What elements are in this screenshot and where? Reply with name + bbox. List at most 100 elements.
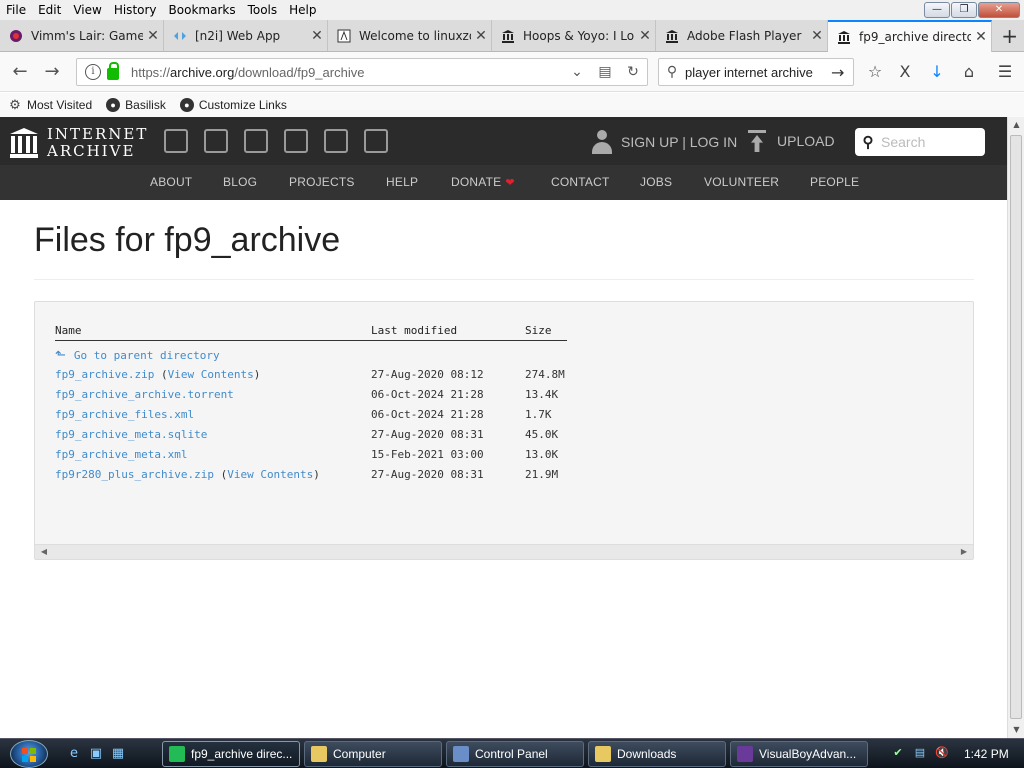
restore-button[interactable]: ❐ — [951, 2, 977, 18]
forward-arrow-icon[interactable]: → — [40, 60, 64, 84]
tab-n2i[interactable]: [n2i] Web App ✕ — [164, 20, 328, 51]
menu-edit[interactable]: Edit — [32, 3, 67, 17]
column-header-size: Size — [525, 322, 567, 341]
info-icon[interactable]: i — [85, 64, 101, 80]
nav-jobs[interactable]: JOBS — [640, 175, 672, 189]
home-icon[interactable]: ⌂ — [958, 62, 980, 84]
reader-view-icon[interactable]: ▤ — [591, 64, 619, 80]
taskbar-button-computer[interactable]: Computer — [304, 741, 442, 767]
bookmark-customize-links[interactable]: ● Customize Links — [179, 98, 287, 112]
windows-logo-icon — [22, 748, 36, 762]
internet-explorer-icon[interactable]: e — [66, 746, 82, 762]
minimize-button[interactable]: — — [924, 2, 950, 18]
volume-muted-icon[interactable]: 🔇 — [934, 746, 950, 762]
menu-tools[interactable]: Tools — [242, 3, 284, 17]
horizontal-scrollbar[interactable]: ◀ ▶ — [35, 544, 973, 559]
menu-view[interactable]: View — [67, 3, 107, 17]
menu-history[interactable]: History — [108, 3, 163, 17]
menu-bar: File Edit View History Bookmarks Tools H… — [0, 0, 1024, 20]
site-search-input[interactable]: ⚲ Search — [855, 128, 985, 156]
web-icon[interactable] — [164, 129, 188, 153]
download-arrow-icon[interactable]: ↓ — [926, 62, 948, 84]
file-link[interactable]: fp9r280_plus_archive.zip — [55, 468, 214, 481]
menu-file[interactable]: File — [0, 3, 32, 17]
hamburger-menu-icon[interactable]: ☰ — [994, 62, 1016, 84]
switch-windows-icon[interactable]: ▦ — [110, 746, 126, 762]
audio-speaker-icon[interactable] — [284, 129, 308, 153]
library-icon[interactable]: Ⅹ — [894, 62, 916, 84]
file-link[interactable]: fp9_archive_files.xml — [55, 408, 194, 421]
vertical-scrollbar[interactable]: ▲ ▼ — [1007, 117, 1024, 738]
new-tab-icon[interactable]: + — [1001, 24, 1018, 48]
close-tab-icon[interactable]: ✕ — [143, 28, 163, 44]
bookmark-basilisk[interactable]: ● Basilisk — [106, 98, 166, 112]
close-tab-icon[interactable]: ✕ — [635, 28, 655, 44]
gear-icon: ⚙ — [9, 97, 21, 112]
tab-adobe-flash[interactable]: Adobe Flash Player ✕ — [656, 20, 828, 51]
file-size-cell: 1.7K — [525, 407, 552, 421]
file-link[interactable]: fp9_archive_meta.xml — [55, 448, 187, 461]
software-floppy-icon[interactable] — [324, 129, 348, 153]
scroll-down-arrow-icon[interactable]: ▼ — [1008, 722, 1024, 738]
file-link[interactable]: fp9_archive.zip — [55, 368, 154, 381]
upload-link[interactable]: UPLOAD — [748, 130, 835, 152]
nav-contact[interactable]: CONTACT — [551, 175, 610, 189]
address-bar[interactable]: i https://archive.org/download/fp9_archi… — [76, 58, 648, 86]
reload-icon[interactable]: ↻ — [619, 64, 647, 80]
bookmark-most-visited[interactable]: ⚙ Most Visited — [8, 97, 92, 112]
taskbar-button-browser[interactable]: fp9_archive direc... — [162, 741, 300, 767]
close-tab-icon[interactable]: ✕ — [471, 28, 491, 44]
signup-login-link[interactable]: SIGN UP | LOG IN — [592, 130, 737, 154]
video-film-icon[interactable] — [244, 129, 268, 153]
menu-bookmarks[interactable]: Bookmarks — [163, 3, 242, 17]
nav-projects[interactable]: PROJECTS — [289, 175, 355, 189]
close-tab-icon[interactable]: ✕ — [307, 28, 327, 44]
images-icon[interactable] — [364, 129, 388, 153]
chevron-down-icon[interactable]: ⌄ — [563, 64, 591, 80]
file-link[interactable]: fp9_archive_meta.sqlite — [55, 428, 207, 441]
close-tab-icon[interactable]: ✕ — [971, 29, 991, 45]
search-go-arrow-icon[interactable]: → — [831, 63, 853, 82]
tab-hoops-yoyo[interactable]: Hoops & Yoyo: I Lo ✕ — [492, 20, 656, 51]
tab-fp9-archive[interactable]: fp9_archive directo ✕ — [828, 20, 992, 52]
scroll-right-arrow-icon[interactable]: ▶ — [957, 545, 971, 559]
nav-about[interactable]: ABOUT — [150, 175, 192, 189]
close-tab-icon[interactable]: ✕ — [807, 28, 827, 44]
scroll-left-arrow-icon[interactable]: ◀ — [37, 545, 51, 559]
search-bar[interactable]: ⚲ player internet archive → — [658, 58, 854, 86]
tab-vimms-lair[interactable]: Vimm's Lair: Game ✕ — [0, 20, 164, 51]
ia-nav-bar: ABOUT BLOG PROJECTS HELP DONATE ❤ CONTACT… — [0, 165, 1007, 200]
clock[interactable]: 1:42 PM — [964, 747, 1009, 761]
url-text[interactable]: https://archive.org/download/fp9_archive — [131, 65, 563, 80]
ia-logo[interactable]: INTERNET ARCHIVE — [10, 126, 148, 160]
scroll-up-arrow-icon[interactable]: ▲ — [1008, 117, 1024, 133]
parent-directory-link[interactable]: ⬑ Go to parent directory — [55, 348, 220, 363]
file-modified-cell: 06-Oct-2024 21:28 — [371, 407, 484, 421]
nav-donate[interactable]: DONATE ❤ — [451, 175, 515, 189]
view-contents-link[interactable]: View Contents — [168, 368, 254, 381]
file-link[interactable]: fp9_archive_archive.torrent — [55, 388, 234, 401]
tab-linuxzoo[interactable]: Welcome to linuxzo ✕ — [328, 20, 492, 51]
tab-title: fp9_archive directo — [859, 30, 971, 44]
close-window-button[interactable]: ✕ — [978, 2, 1020, 18]
taskbar-button-downloads[interactable]: Downloads — [588, 741, 726, 767]
nav-people[interactable]: PEOPLE — [810, 175, 859, 189]
taskbar-button-visualboyadvance[interactable]: VisualBoyAdvan... — [730, 741, 868, 767]
taskbar-button-control-panel[interactable]: Control Panel — [446, 741, 584, 767]
view-contents-link[interactable]: View Contents — [227, 468, 313, 481]
nav-volunteer[interactable]: VOLUNTEER — [704, 175, 779, 189]
nav-blog[interactable]: BLOG — [223, 175, 257, 189]
folder-icon — [595, 746, 611, 762]
nav-help[interactable]: HELP — [386, 175, 418, 189]
texts-book-icon[interactable] — [204, 129, 228, 153]
nav-donate-label: DONATE — [451, 175, 502, 189]
back-arrow-icon[interactable]: ← — [8, 60, 32, 84]
checkmark-icon[interactable]: ✔ — [890, 746, 906, 762]
search-input[interactable]: player internet archive — [685, 65, 831, 80]
network-icon[interactable]: ▤ — [912, 746, 928, 762]
show-desktop-icon[interactable]: ▣ — [88, 746, 104, 762]
bookmark-star-icon[interactable]: ☆ — [864, 62, 886, 84]
scrollbar-thumb[interactable] — [1010, 135, 1022, 719]
start-button[interactable] — [10, 740, 48, 768]
menu-help[interactable]: Help — [283, 3, 322, 17]
